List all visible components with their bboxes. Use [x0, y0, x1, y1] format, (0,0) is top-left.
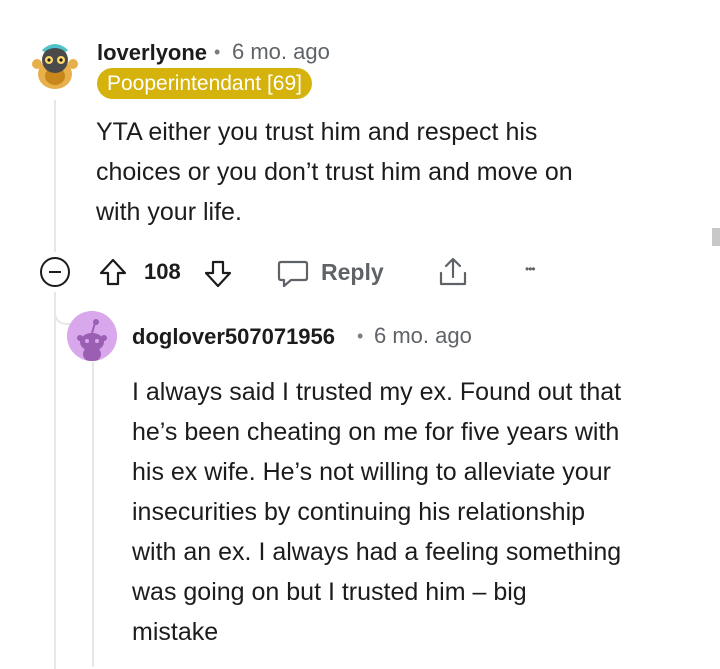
share-icon[interactable] [436, 255, 470, 289]
reply-body-line: with an ex. I always had a feeling somet… [132, 538, 622, 566]
reply-avatar[interactable] [67, 311, 117, 361]
reply-button[interactable]: Reply [321, 259, 384, 286]
reply-timestamp[interactable]: 6 mo. ago [374, 323, 472, 349]
downvote-icon[interactable] [202, 258, 234, 290]
reply-body: I always said I trusted my ex. Found out… [132, 372, 621, 652]
reply-body-line: mistake [132, 618, 219, 646]
vote-count: 108 [144, 259, 181, 284]
more-options-button[interactable]: ••• [525, 262, 536, 276]
comment-body-line: YTA either you trust him and respect his [96, 118, 538, 146]
reply-body-line: I always said I trusted my ex. Found out… [132, 378, 622, 406]
thread-line-main[interactable] [54, 100, 56, 252]
reply-body-line: was going on but I trusted him – big [132, 578, 527, 606]
meta-separator: • [214, 42, 221, 62]
comment-body: YTA either you trust him and respect his… [96, 112, 573, 232]
thread-line-reply[interactable] [92, 362, 94, 667]
user-flair: Pooperintendant [69] [97, 68, 312, 99]
meta-separator: • [357, 326, 364, 346]
upvote-icon[interactable] [97, 256, 129, 288]
snoo-avatar-icon [28, 38, 82, 92]
reply-icon[interactable] [276, 256, 310, 290]
reply-body-line: his ex wife. He’s not willing to allevia… [132, 458, 611, 486]
comment-timestamp[interactable]: 6 mo. ago [232, 39, 330, 65]
reply-author[interactable]: doglover507071956 [132, 324, 335, 350]
scrollbar-thumb[interactable] [712, 228, 720, 246]
reply-body-line: he’s been cheating on me for five years … [132, 418, 620, 446]
reply-body-line: insecurities by continuing his relations… [132, 498, 586, 526]
collapse-thread-button[interactable] [40, 257, 70, 287]
comment-body-line: choices or you don’t trust him and move … [96, 158, 573, 186]
snoo-avatar-icon [67, 311, 117, 361]
thread-line-main-lower[interactable] [54, 292, 56, 669]
comment-author[interactable]: loverlyone [97, 40, 207, 66]
comment-body-line: with your life. [96, 198, 242, 226]
avatar[interactable] [28, 38, 82, 92]
